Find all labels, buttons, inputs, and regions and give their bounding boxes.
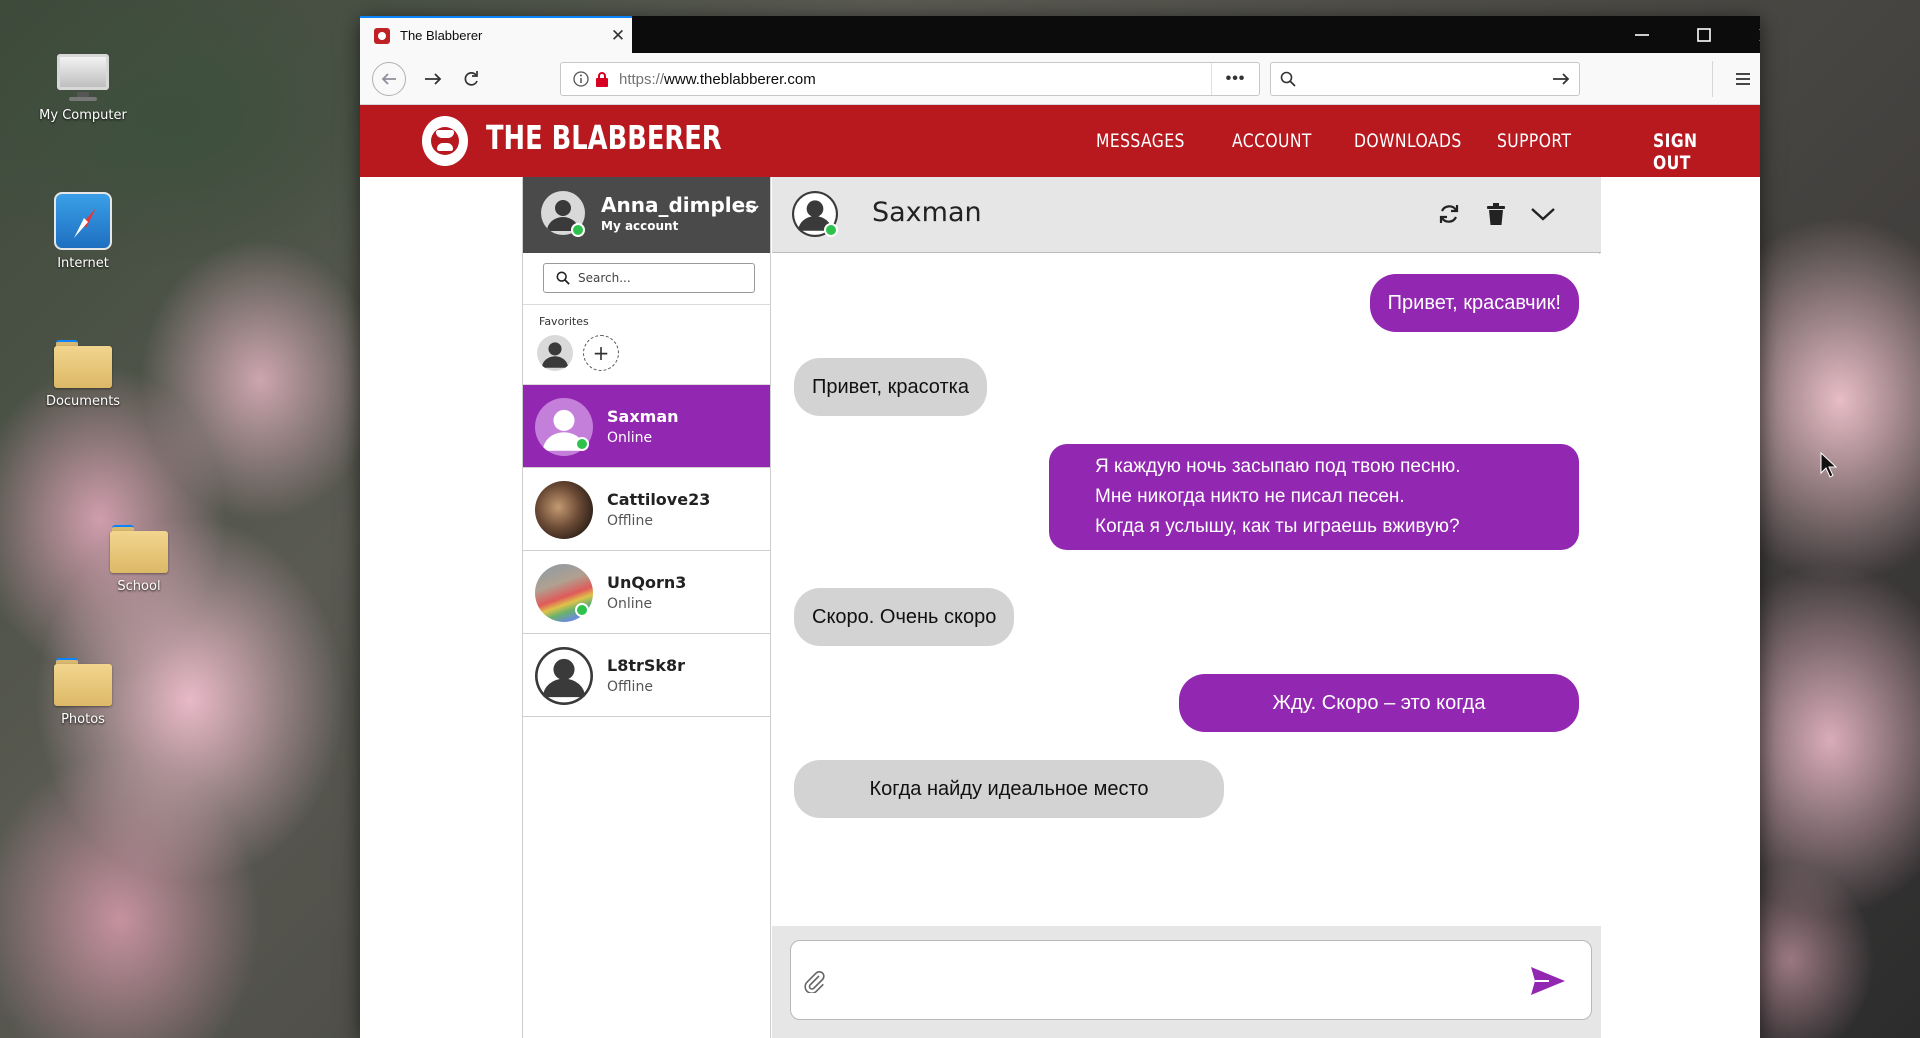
search-icon [556, 271, 570, 285]
search-icon [1280, 71, 1296, 91]
contact-status: Online [607, 596, 653, 612]
desktop-icon-label: My Computer [39, 108, 127, 123]
browser-tab[interactable]: The Blabberer ✕ [360, 16, 632, 53]
forward-button[interactable] [420, 66, 446, 92]
tab-title: The Blabberer [400, 28, 483, 43]
favorites-section: Favorites + [523, 305, 770, 385]
trash-icon[interactable] [1478, 196, 1514, 232]
message-outgoing: Привет, красавчик! [1369, 274, 1579, 332]
favorites-label: Favorites [539, 315, 589, 328]
nav-downloads[interactable]: DOWNLOADS [1354, 130, 1462, 152]
page-actions-button[interactable]: ••• [1211, 63, 1259, 95]
chevron-down-icon[interactable] [1525, 196, 1561, 232]
avatar [535, 647, 593, 705]
desktop-icon-label: Photos [61, 712, 105, 727]
online-status-dot [575, 603, 589, 617]
desktop-icon-photos[interactable]: Photos [28, 658, 138, 727]
favorite-avatar[interactable] [537, 335, 573, 371]
online-status-dot [824, 223, 838, 237]
contact-item-cattilove23[interactable]: Cattilove23 Offline [523, 468, 770, 551]
site-header: THE BLABBERER MESSAGES ACCOUNT DOWNLOADS… [360, 105, 1760, 177]
contact-status: Offline [607, 513, 653, 529]
maximize-button[interactable] [1674, 16, 1734, 53]
nav-account[interactable]: ACCOUNT [1232, 130, 1312, 152]
desktop-icon-school[interactable]: School [84, 525, 194, 594]
message-outgoing: Я каждую ночь засыпаю под твою песню. Мн… [1049, 444, 1579, 550]
online-status-dot [571, 223, 585, 237]
online-status-dot [575, 437, 589, 451]
contact-status: Online [607, 430, 653, 446]
desktop-icon-label: Internet [57, 256, 109, 271]
contact-name: UnQorn3 [607, 573, 687, 592]
desktop-icon-my-computer[interactable]: My Computer [28, 52, 138, 123]
title-bar: The Blabberer ✕ [360, 16, 1760, 53]
contact-name: L8trSk8r [607, 656, 686, 675]
search-go-icon[interactable] [1551, 70, 1571, 92]
sign-out-link[interactable]: SIGN OUT [1653, 130, 1741, 174]
contact-search-box[interactable] [543, 263, 755, 293]
site-logo-text[interactable]: THE BLABBERER [486, 118, 722, 157]
account-username: Anna_dimples [601, 193, 758, 217]
contact-search-area [523, 253, 770, 305]
hamburger-menu-icon[interactable] [1730, 66, 1756, 92]
web-page: THE BLABBERER MESSAGES ACCOUNT DOWNLOADS… [360, 105, 1760, 1038]
mouse-cursor-icon [1820, 451, 1838, 482]
contact-item-l8trsk8r[interactable]: L8trSk8r Offline [523, 634, 770, 717]
account-subtitle: My account [601, 219, 679, 233]
message-composer [772, 926, 1601, 1038]
contact-name: Saxman [607, 407, 679, 426]
message-incoming: Когда найду идеальное место [794, 760, 1224, 818]
chevron-down-icon[interactable] [745, 199, 759, 218]
messenger-app: Anna_dimples My account Favorit [522, 177, 1601, 1038]
send-icon[interactable] [1529, 965, 1567, 1001]
search-bar[interactable] [1270, 62, 1580, 96]
message-incoming: Привет, красотка [794, 358, 987, 416]
info-icon[interactable] [573, 71, 589, 87]
avatar [535, 481, 593, 539]
desktop-icon-label: Documents [45, 394, 121, 409]
url-protocol: https:// [619, 70, 665, 88]
folder-icon [110, 525, 168, 573]
url-host: www.theblabberer.com [664, 70, 816, 88]
lock-icon[interactable] [595, 71, 609, 87]
url-bar[interactable]: https://www.theblabberer.com ••• [560, 62, 1260, 96]
url-text: https://www.theblabberer.com [619, 71, 816, 88]
desktop-icon-label: School [117, 579, 161, 594]
contacts-panel: Anna_dimples My account Favorit [523, 177, 771, 1038]
compass-icon [54, 192, 112, 250]
toolbar-divider [1712, 61, 1713, 97]
close-window-button[interactable] [1736, 16, 1760, 53]
add-favorite-button[interactable]: + [583, 335, 619, 371]
browser-window: The Blabberer ✕ https://www.theblabberer… [360, 16, 1760, 1038]
message-list: Привет, красавчик! Привет, красотка Я ка… [772, 254, 1601, 926]
contact-item-unqorn3[interactable]: UnQorn3 Online [523, 551, 770, 634]
tab-close-icon[interactable]: ✕ [604, 26, 632, 46]
folder-icon [54, 658, 112, 706]
chat-contact-name: Saxman [872, 197, 982, 228]
contact-item-saxman[interactable]: Saxman Online [523, 385, 770, 468]
message-incoming: Скоро. Очень скоро [794, 588, 1015, 646]
message-outgoing: Жду. Скоро – это когда [1179, 674, 1579, 732]
nav-support[interactable]: SUPPORT [1497, 130, 1571, 152]
desktop-icon-internet[interactable]: Internet [28, 192, 138, 271]
message-input[interactable] [841, 963, 1521, 997]
computer-icon [55, 52, 111, 102]
nav-messages[interactable]: MESSAGES [1096, 130, 1185, 152]
paperclip-icon[interactable] [803, 969, 825, 997]
minimize-button[interactable] [1612, 16, 1672, 53]
navigation-toolbar: https://www.theblabberer.com ••• [360, 53, 1760, 105]
contact-search-input[interactable] [578, 271, 738, 285]
reload-button[interactable] [458, 66, 484, 92]
chat-header: Saxman [772, 177, 1601, 253]
back-button[interactable] [372, 61, 406, 96]
folder-icon [54, 340, 112, 388]
refresh-icon[interactable] [1431, 196, 1467, 232]
message-input-box[interactable] [790, 940, 1592, 1020]
contact-name: Cattilove23 [607, 490, 711, 509]
contact-status: Offline [607, 679, 653, 695]
favicon-icon [374, 27, 390, 44]
account-header[interactable]: Anna_dimples My account [523, 177, 770, 253]
mouth-logo-icon[interactable] [422, 116, 468, 166]
desktop-icon-documents[interactable]: Documents [28, 340, 138, 409]
